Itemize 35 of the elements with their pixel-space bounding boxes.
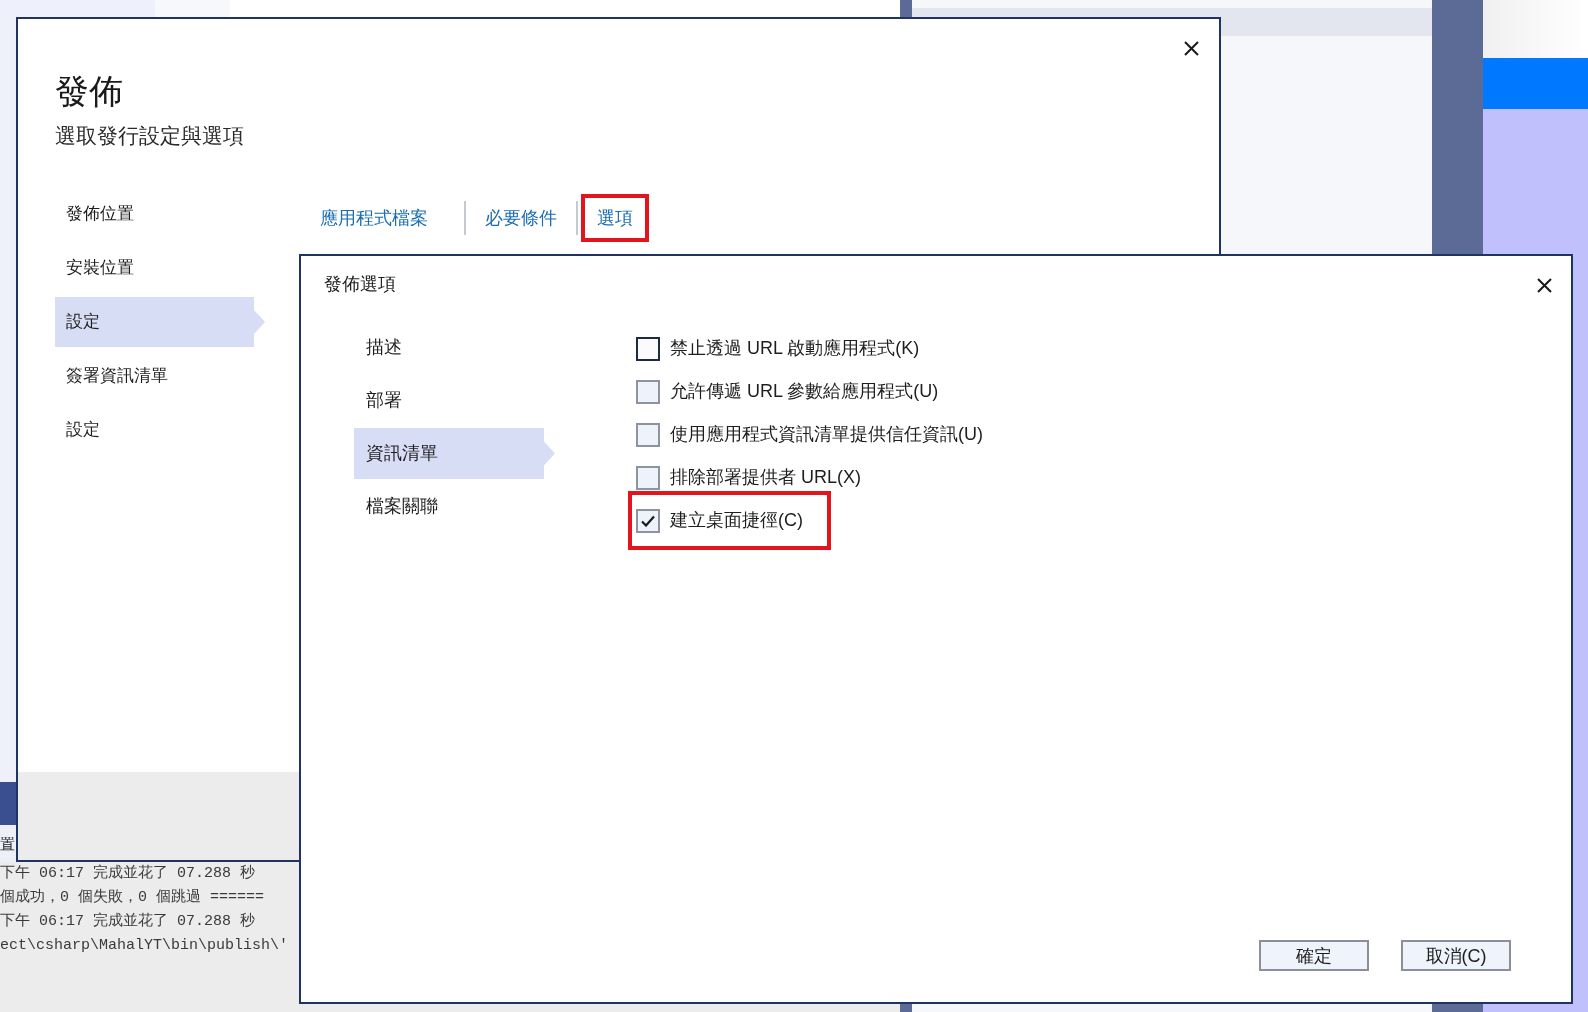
output-line: 下午 06:17 完成並花了 07.288 秒 xyxy=(0,863,256,884)
checkbox-option[interactable]: 建立桌面捷徑(C) xyxy=(636,499,823,542)
nav-item[interactable]: 簽署資訊清單 xyxy=(55,351,265,401)
checkbox-option[interactable]: 禁止透過 URL 啟動應用程式(K) xyxy=(636,327,940,370)
nav-item[interactable]: 資訊清單 xyxy=(354,428,555,479)
checkbox-option[interactable]: 允許傳遞 URL 參數給應用程式(U) xyxy=(636,370,959,413)
output-line: 個成功，0 個失敗，0 個跳過 ====== xyxy=(0,887,265,908)
nav-item[interactable]: 部署 xyxy=(354,375,555,426)
close-icon xyxy=(1183,40,1199,56)
output-line: ect\csharp\MahalYT\bin\publish\' xyxy=(0,936,289,956)
dialog-title: 發佈選項 xyxy=(324,273,396,296)
link-button[interactable]: 必要條件 xyxy=(469,194,573,242)
close-icon xyxy=(1536,277,1552,293)
checkbox[interactable] xyxy=(636,508,660,533)
link-button[interactable]: 選項 xyxy=(581,194,649,242)
nav-item[interactable]: 安裝位置 xyxy=(55,243,265,293)
checkbox-option[interactable]: 使用應用程式資訊清單提供信任資訊(U) xyxy=(636,413,1003,456)
panel-tab-label[interactable]: 置 xyxy=(0,834,15,853)
link-button[interactable]: 應用程式檔案 xyxy=(304,194,444,242)
nav-item[interactable]: 描述 xyxy=(354,322,555,373)
nav-item[interactable]: 設定 xyxy=(55,297,265,347)
nav-item[interactable]: 設定 xyxy=(55,405,265,455)
dialog-button[interactable]: 取消(C) xyxy=(1401,940,1511,971)
checkbox-option[interactable]: 排除部署提供者 URL(X) xyxy=(636,456,881,499)
nav-item[interactable]: 發佈位置 xyxy=(55,189,265,239)
nav-item[interactable]: 檔案關聯 xyxy=(354,481,555,532)
output-line: 下午 06:17 完成並花了 07.288 秒 xyxy=(0,911,256,932)
dialog-button[interactable]: 確定 xyxy=(1259,940,1369,971)
dialog-title: 發佈 xyxy=(55,71,123,112)
dialog-subtitle: 選取發行設定與選項 xyxy=(55,123,244,149)
checkbox[interactable] xyxy=(636,379,660,404)
check-icon xyxy=(641,514,655,527)
checkbox[interactable] xyxy=(636,422,660,447)
checkbox[interactable] xyxy=(636,465,660,490)
checkbox[interactable] xyxy=(636,336,660,361)
